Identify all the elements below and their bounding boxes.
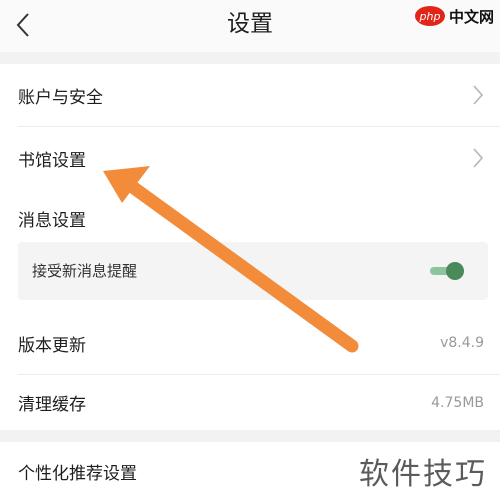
site-watermark-text: 中文网 [448, 7, 494, 26]
version-update-row[interactable]: 版本更新 v8.4.9 [0, 312, 500, 374]
php-logo: php [414, 6, 445, 26]
library-settings-row[interactable]: 书馆设置 [0, 127, 500, 189]
receive-new-messages-toggle[interactable] [430, 262, 464, 280]
cache-size-value: 4.75MB [431, 394, 484, 411]
header-bar: 设置 php 中文网 [0, 0, 500, 52]
version-update-label: 版本更新 [18, 335, 86, 356]
chevron-right-icon [473, 148, 484, 168]
bottom-watermark: 软件技巧 [346, 442, 500, 500]
site-watermark: php 中文网 [414, 4, 494, 28]
toggle-knob [446, 262, 464, 280]
receive-new-messages-label: 接受新消息提醒 [32, 262, 138, 280]
clear-cache-label: 清理缓存 [18, 395, 86, 415]
library-settings-label: 书馆设置 [18, 150, 86, 171]
personalized-recommendation-label: 个性化推荐设置 [18, 463, 137, 484]
message-settings-label: 消息设置 [18, 210, 86, 231]
version-value: v8.4.9 [440, 335, 484, 351]
settings-card: 账户与安全 书馆设置 消息设置 接受新消息提醒 版本更新 v8.4.9 清理缓存… [0, 64, 500, 430]
receive-new-messages-row: 接受新消息提醒 [18, 242, 488, 300]
message-settings-row: 消息设置 [0, 188, 500, 248]
chevron-right-icon [473, 85, 484, 105]
account-security-label: 账户与安全 [18, 87, 103, 108]
account-security-row[interactable]: 账户与安全 [0, 64, 500, 126]
clear-cache-row[interactable]: 清理缓存 4.75MB [0, 375, 500, 430]
